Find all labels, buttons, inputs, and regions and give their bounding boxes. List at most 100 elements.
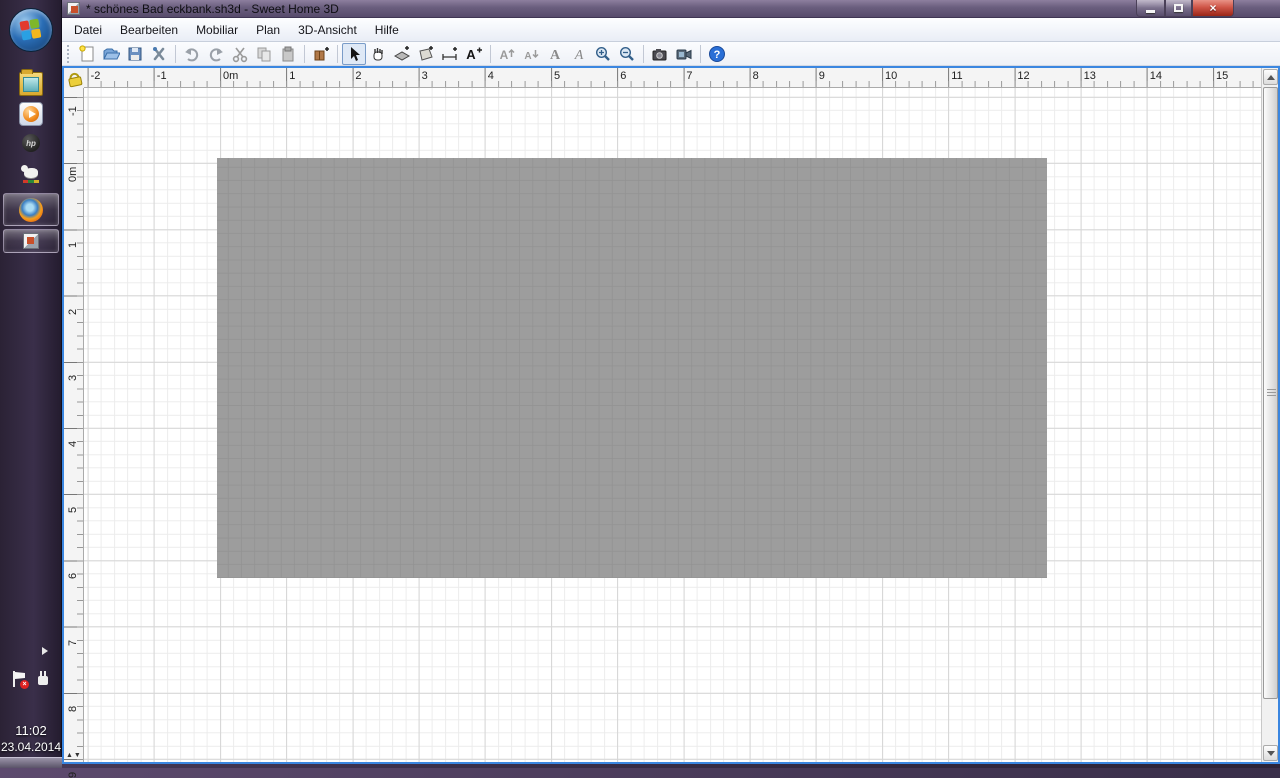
- clock-date[interactable]: 23.04.2014: [0, 739, 62, 755]
- preferences-button[interactable]: [147, 43, 171, 65]
- save-file-button[interactable]: [123, 43, 147, 65]
- tray-expand-icon[interactable]: [42, 647, 48, 655]
- toolbar-separator: [337, 45, 338, 63]
- select-button[interactable]: [342, 43, 366, 65]
- toolbar-separator: [490, 45, 491, 63]
- new-file-button[interactable]: [75, 43, 99, 65]
- bold-button[interactable]: A: [543, 43, 567, 65]
- zoom-out-button[interactable]: [615, 43, 639, 65]
- scrollbar-thumb[interactable]: [1263, 87, 1278, 699]
- ruler-label: 12: [1017, 70, 1029, 82]
- ruler-label: 7: [686, 70, 692, 82]
- zoom-in-button[interactable]: [591, 43, 615, 65]
- toolbar: AAAAA?: [62, 42, 1280, 66]
- ruler-label: 2: [67, 308, 79, 314]
- photo-button[interactable]: [648, 43, 672, 65]
- add-furniture-button[interactable]: [309, 43, 333, 65]
- add-text-button[interactable]: A: [462, 43, 486, 65]
- maximize-button[interactable]: [1165, 0, 1192, 17]
- scroll-up-icon[interactable]: [1263, 69, 1278, 85]
- ruler-label: -1: [67, 106, 79, 116]
- menu-hilfe[interactable]: Hilfe: [366, 20, 408, 40]
- ruler-label: 4: [67, 441, 79, 447]
- menu-bar: Datei Bearbeiten Mobiliar Plan 3D-Ansich…: [62, 18, 1280, 42]
- cut-button[interactable]: [228, 43, 252, 65]
- undo-button[interactable]: [180, 43, 204, 65]
- plan-panel: -2-10m123456789101112131415 -10m12345678…: [62, 66, 1280, 764]
- ruler-scroll-arrows[interactable]: ▲▼: [66, 752, 82, 759]
- scroll-down-icon[interactable]: [1263, 745, 1278, 761]
- toolbar-separator: [175, 45, 176, 63]
- menu-bearbeiten[interactable]: Bearbeiten: [111, 20, 187, 40]
- ruler-label: 2: [355, 70, 361, 82]
- power-icon[interactable]: [36, 671, 50, 687]
- ruler-label: 9: [67, 772, 79, 778]
- ruler-label: -1: [157, 70, 167, 82]
- ruler-label: 3: [67, 375, 79, 381]
- apartment-floor: able="false"/>: [217, 158, 1047, 578]
- ruler-label: 5: [67, 507, 79, 513]
- ruler-label: 1: [67, 242, 79, 248]
- left-ruler[interactable]: -10m123456789: [64, 88, 84, 762]
- ruler-label: 6: [620, 70, 626, 82]
- pan-button[interactable]: [366, 43, 390, 65]
- vertical-scrollbar[interactable]: [1261, 68, 1278, 762]
- paste-button[interactable]: [276, 43, 300, 65]
- ruler-label: 7: [67, 639, 79, 645]
- increase-text-size-button[interactable]: A: [495, 43, 519, 65]
- clock-time[interactable]: 11:02: [0, 723, 62, 739]
- minimize-button[interactable]: [1136, 0, 1165, 17]
- app-icon: [67, 2, 80, 15]
- svg-text:A: A: [550, 48, 561, 63]
- menu-plan[interactable]: Plan: [247, 20, 289, 40]
- show-desktop-button[interactable]: [0, 757, 62, 768]
- ruler-label: 13: [1084, 70, 1096, 82]
- create-rooms-button[interactable]: [414, 43, 438, 65]
- toolbar-separator: [643, 45, 644, 63]
- ruler-label: 10: [885, 70, 897, 82]
- ruler-label: -2: [91, 70, 101, 82]
- ruler-label: 11: [951, 70, 962, 82]
- copy-button[interactable]: [252, 43, 276, 65]
- decrease-text-size-button[interactable]: A: [519, 43, 543, 65]
- svg-text:A: A: [574, 48, 584, 63]
- menu-mobiliar[interactable]: Mobiliar: [187, 20, 247, 40]
- hp-icon[interactable]: hp: [22, 134, 40, 152]
- toolbar-separator: [700, 45, 701, 63]
- close-button[interactable]: ×: [1192, 0, 1234, 17]
- help-button[interactable]: ?: [705, 43, 729, 65]
- redo-button[interactable]: [204, 43, 228, 65]
- ruler-label: 4: [488, 70, 494, 82]
- action-center-icon[interactable]: ×: [12, 671, 26, 687]
- svg-text:?: ?: [714, 49, 721, 61]
- video-button[interactable]: [672, 43, 696, 65]
- ruler-label: 14: [1150, 70, 1162, 82]
- start-button[interactable]: [9, 8, 53, 52]
- ruler-corner: [64, 68, 84, 88]
- window-title: * schönes Bad eckbank.sh3d - Sweet Home …: [86, 2, 339, 16]
- system-tray: × 11:02 23.04.2014: [0, 723, 62, 755]
- firefox-taskbar-button[interactable]: [3, 193, 59, 226]
- ruler-label: 9: [819, 70, 825, 82]
- menu-3d-ansicht[interactable]: 3D-Ansicht: [289, 20, 366, 40]
- lock-icon[interactable]: [64, 68, 84, 88]
- sweet-home-3d-window: * schönes Bad eckbank.sh3d - Sweet Home …: [62, 0, 1280, 768]
- firefox-icon: [19, 198, 43, 222]
- game-icon[interactable]: [21, 163, 41, 183]
- create-dimensions-button[interactable]: [438, 43, 462, 65]
- italic-button[interactable]: A: [567, 43, 591, 65]
- open-file-button[interactable]: [99, 43, 123, 65]
- windows-explorer-icon[interactable]: [19, 72, 43, 96]
- title-bar[interactable]: * schönes Bad eckbank.sh3d - Sweet Home …: [62, 0, 1280, 18]
- windows-logo-icon: [19, 18, 42, 41]
- sweet-home-3d-taskbar-button[interactable]: [3, 229, 59, 253]
- sweet-home-3d-icon: [23, 233, 39, 249]
- ruler-label: 1: [289, 70, 295, 82]
- media-player-icon[interactable]: [19, 102, 43, 126]
- create-walls-button[interactable]: [390, 43, 414, 65]
- toolbar-separator: [304, 45, 305, 63]
- ruler-label: 8: [753, 70, 759, 82]
- plan-canvas[interactable]: able="false"/>: [84, 88, 1261, 762]
- top-ruler[interactable]: -2-10m123456789101112131415: [84, 68, 1261, 88]
- menu-datei[interactable]: Datei: [65, 20, 111, 40]
